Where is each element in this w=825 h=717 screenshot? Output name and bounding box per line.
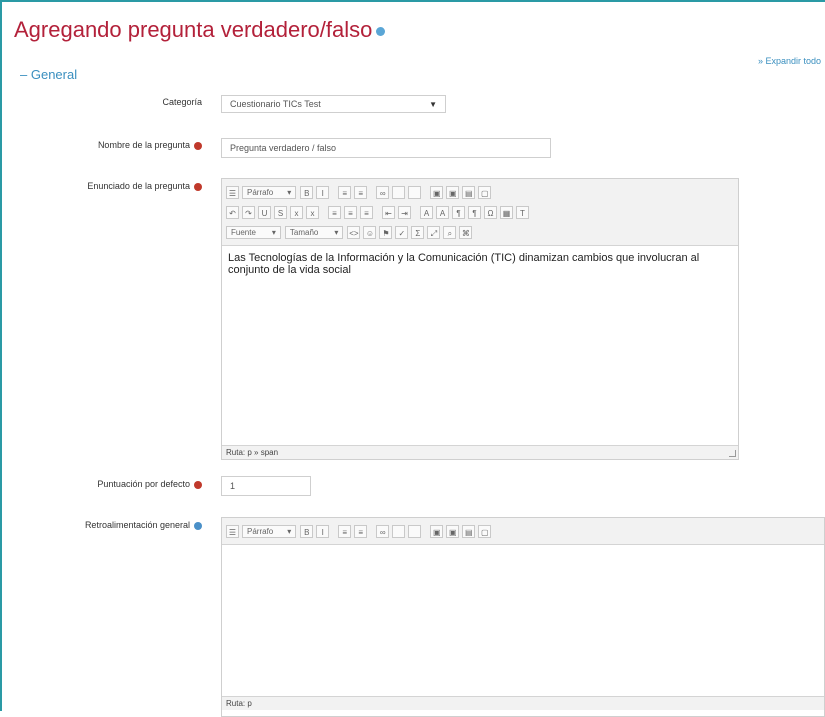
bullet-list-icon[interactable]: ≡	[338, 524, 352, 538]
feedback-toolbar: ☰ Párrafo ▾ B I ≡ ≡ ∞ ▣ ▣ ▤ ▢	[222, 518, 824, 545]
align-center-icon[interactable]: ≡	[344, 205, 357, 219]
media-icon[interactable]: ▣	[446, 185, 460, 199]
general-feedback-content[interactable]	[222, 545, 824, 557]
underline-icon[interactable]: U	[258, 205, 271, 219]
font-select[interactable]: Fuente ▾	[226, 225, 281, 239]
fullscreen-icon[interactable]: ⤢	[427, 225, 441, 239]
emoticon-icon[interactable]: ☺	[363, 225, 377, 239]
section-label: General	[30, 67, 78, 82]
bold-icon[interactable]: B	[300, 185, 314, 199]
expand-all-link[interactable]: » Expandir todo	[758, 56, 821, 66]
category-value: Cuestionario TICs Test	[230, 99, 321, 109]
link-icon[interactable]: ∞	[376, 524, 390, 538]
paragraph-select[interactable]: Párrafo ▾	[242, 524, 297, 538]
file-icon[interactable]: ▤	[462, 524, 476, 538]
indent-icon[interactable]: ⇥	[398, 205, 411, 219]
default-mark-input[interactable]: 1	[221, 476, 311, 496]
general-feedback-label: Retroalimentación general	[40, 520, 202, 530]
toolbar-row-3: Fuente ▾ Tamaño ▾ <> ☺ ⚑ ✓ Σ ⤢ ⌕ ⌘	[226, 222, 734, 242]
image-icon[interactable]: ▣	[430, 524, 444, 538]
html-icon[interactable]: ⌘	[459, 225, 473, 239]
feedback-toolbar-row-1: ☰ Párrafo ▾ B I ≡ ≡ ∞ ▣ ▣ ▤ ▢	[226, 521, 820, 541]
question-name-label: Nombre de la pregunta	[40, 140, 202, 150]
text-color-icon[interactable]: A	[420, 205, 433, 219]
image-icon[interactable]: ▣	[430, 185, 444, 199]
bold-icon[interactable]: B	[300, 524, 314, 538]
general-feedback-editor[interactable]: ☰ Párrafo ▾ B I ≡ ≡ ∞ ▣ ▣ ▤ ▢ Ruta: p	[221, 517, 825, 717]
default-mark-label: Puntuación por defecto	[40, 479, 202, 489]
question-name-input[interactable]: Pregunta verdadero / falso	[221, 138, 551, 158]
italic-icon[interactable]: I	[316, 524, 330, 538]
toolbar-row-1: ☰ Párrafo ▾ B I ≡ ≡ ∞ ▣ ▣ ▤ ▢	[226, 182, 734, 202]
toolbar-row-2: ↶ ↷ U S x x ≡ ≡ ≡ ⇤ ⇥ A A ¶ ¶ Ω ▦ T	[226, 202, 734, 222]
editor-path-bar: Ruta: p » span	[222, 445, 738, 459]
anchor-icon[interactable]	[408, 524, 422, 538]
question-text-editor[interactable]: ☰ Párrafo ▾ B I ≡ ≡ ∞ ▣ ▣ ▤ ▢ ↶ ↷ U S x x…	[221, 178, 739, 460]
media-icon[interactable]: ▣	[446, 524, 460, 538]
toggle-icon[interactable]: ☰	[226, 185, 239, 199]
strikethrough-icon[interactable]: S	[274, 205, 287, 219]
undo-icon[interactable]: ↶	[226, 205, 239, 219]
background-color-icon[interactable]: A	[436, 205, 449, 219]
link-icon[interactable]: ∞	[376, 185, 390, 199]
italic-icon[interactable]: I	[316, 185, 330, 199]
paragraph-select[interactable]: Párrafo ▾	[242, 185, 297, 199]
chevron-down-icon: ▼	[429, 99, 437, 109]
question-name-value: Pregunta verdadero / falso	[230, 143, 337, 153]
collapse-icon[interactable]: –	[20, 67, 27, 82]
align-right-icon[interactable]: ≡	[360, 205, 373, 219]
required-icon	[194, 480, 202, 489]
equation-icon[interactable]: Σ	[411, 225, 425, 239]
paste-icon[interactable]: ▢	[478, 185, 492, 199]
help-icon[interactable]	[194, 521, 202, 530]
numbered-list-icon[interactable]: ≡	[354, 524, 368, 538]
align-left-icon[interactable]: ≡	[328, 205, 341, 219]
spell-icon[interactable]: ✓	[395, 225, 409, 239]
subscript-icon[interactable]: x	[290, 205, 303, 219]
outdent-icon[interactable]: ⇤	[382, 205, 395, 219]
required-icon	[194, 141, 202, 150]
redo-icon[interactable]: ↷	[242, 205, 255, 219]
superscript-icon[interactable]: x	[306, 205, 319, 219]
search-replace-icon[interactable]: ⌕	[443, 225, 457, 239]
table-icon[interactable]: ▦	[500, 205, 513, 219]
required-icon	[194, 182, 202, 191]
clear-format-icon[interactable]: T	[516, 205, 529, 219]
page-title: Agregando pregunta verdadero/falso	[14, 17, 386, 43]
ltr-icon[interactable]: ¶	[452, 205, 465, 219]
unlink-icon[interactable]	[392, 185, 406, 199]
bullet-list-icon[interactable]: ≡	[338, 185, 352, 199]
section-general[interactable]: – General	[20, 67, 77, 82]
code-icon[interactable]: <>	[347, 225, 361, 239]
numbered-list-icon[interactable]: ≡	[354, 185, 368, 199]
feedback-path-bar: Ruta: p	[222, 696, 824, 710]
paste-icon[interactable]: ▢	[478, 524, 492, 538]
editor-toolbar: ☰ Párrafo ▾ B I ≡ ≡ ∞ ▣ ▣ ▤ ▢ ↶ ↷ U S x x…	[222, 179, 738, 246]
toggle-icon[interactable]: ☰	[226, 524, 239, 538]
question-text-label: Enunciado de la pregunta	[40, 181, 202, 191]
rtl-icon[interactable]: ¶	[468, 205, 481, 219]
help-icon[interactable]	[376, 26, 386, 36]
category-label: Categoría	[162, 97, 202, 107]
anchor-icon[interactable]	[408, 185, 422, 199]
question-text-content[interactable]: Las Tecnologías de la Información y la C…	[222, 246, 738, 282]
category-select[interactable]: Cuestionario TICs Test ▼	[221, 95, 446, 113]
default-mark-value: 1	[230, 481, 236, 491]
special-char-icon[interactable]: Ω	[484, 205, 497, 219]
file-icon[interactable]: ▤	[462, 185, 476, 199]
unlink-icon[interactable]	[392, 524, 406, 538]
size-select[interactable]: Tamaño ▾	[284, 225, 344, 239]
bookmark-icon[interactable]: ⚑	[379, 225, 393, 239]
resize-handle-icon[interactable]	[729, 450, 736, 457]
